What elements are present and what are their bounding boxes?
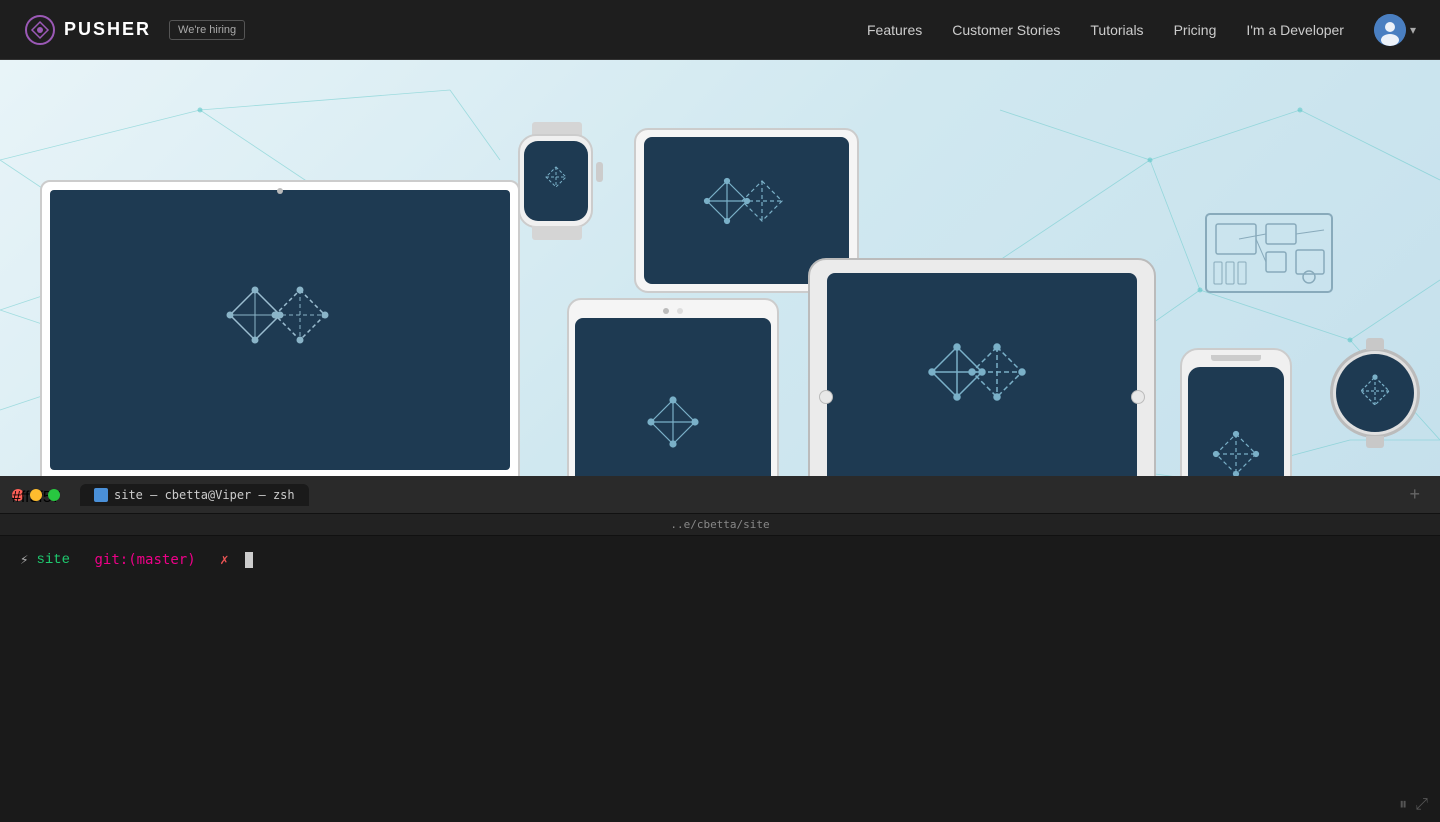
- close-button[interactable]: #ff5f57: [12, 489, 24, 501]
- roundwatch-body: [1330, 348, 1420, 438]
- laptop-camera: [277, 188, 283, 194]
- terminal-prompt-line: ⚡ site git:(master) ✗: [20, 552, 1420, 568]
- circuit-board: [1204, 212, 1334, 294]
- watch-lug-bottom: [1366, 436, 1384, 448]
- device-circuit: [1204, 212, 1334, 294]
- avatar-caret[interactable]: ▾: [1410, 23, 1416, 37]
- brand-logo[interactable]: PUSHER We're hiring: [24, 14, 245, 46]
- nav-item-features[interactable]: Features: [867, 22, 922, 38]
- tablet-mid-logo: [633, 392, 713, 472]
- nav-item-pricing[interactable]: Pricing: [1174, 22, 1217, 38]
- pusher-icon: [24, 14, 56, 46]
- dot1: [663, 308, 669, 314]
- pause-button[interactable]: ⏸: [1399, 796, 1407, 814]
- tablet-mid-indicator: [663, 300, 683, 318]
- terminal-cursor: [245, 552, 253, 568]
- hiring-badge[interactable]: We're hiring: [169, 20, 245, 40]
- navbar-nav: Features Customer Stories Tutorials Pric…: [867, 14, 1416, 46]
- ipad-home-left: [819, 390, 833, 404]
- user-avatar[interactable]: [1374, 14, 1406, 46]
- watch-crown: [596, 162, 603, 182]
- add-tab-button[interactable]: +: [1401, 484, 1428, 505]
- hero-section: [0, 60, 1440, 530]
- device-watch: [510, 122, 605, 237]
- watch-screen: [524, 141, 588, 221]
- laptop-logo: [180, 250, 380, 410]
- watch-logo: [537, 162, 575, 200]
- expand-button[interactable]: ⤢: [1415, 796, 1428, 814]
- terminal-git-label: [78, 552, 86, 568]
- watch-body: [518, 134, 593, 228]
- ipad-home-right: [1131, 390, 1145, 404]
- pusher-logo: PUSHER: [24, 14, 151, 46]
- terminal-git-branch: git:(master): [94, 552, 195, 568]
- terminal-titlebar: #ff5f57 site — cbetta@Viper — zsh +: [0, 476, 1440, 514]
- phone-speaker: [1211, 355, 1261, 361]
- terminal-path-bar: ..e/cbetta/site: [0, 514, 1440, 536]
- terminal-tab-icon: [94, 488, 108, 502]
- roundwatch-screen: [1336, 354, 1414, 432]
- terminal-content[interactable]: ⚡ site git:(master) ✗: [0, 536, 1440, 822]
- roundwatch-logo: [1355, 373, 1395, 413]
- terminal-x-mark: ✗: [220, 552, 228, 568]
- maximize-button[interactable]: [48, 489, 60, 501]
- device-laptop: [40, 180, 540, 520]
- nav-item-tutorials[interactable]: Tutorials: [1090, 22, 1143, 38]
- user-menu[interactable]: ▾: [1374, 14, 1416, 46]
- minimize-button[interactable]: [30, 489, 42, 501]
- brand-name: PUSHER: [64, 19, 151, 40]
- laptop-screen: [40, 180, 520, 480]
- watch-lug-top: [1366, 338, 1384, 350]
- terminal-space: [204, 552, 212, 568]
- terminal-tab-title: site — cbetta@Viper — zsh: [114, 488, 295, 502]
- terminal-tab[interactable]: site — cbetta@Viper — zsh: [80, 484, 309, 506]
- navbar: PUSHER We're hiring Features Customer St…: [0, 0, 1440, 60]
- terminal-site-name: site: [36, 552, 70, 568]
- nav-item-developer[interactable]: I'm a Developer: [1246, 22, 1344, 38]
- laptop-display: [50, 190, 510, 470]
- terminal-window: #ff5f57 site — cbetta@Viper — zsh + ..e/…: [0, 476, 1440, 822]
- traffic-lights: #ff5f57: [12, 489, 60, 501]
- ipad-logo: [917, 337, 1047, 457]
- device-smartwatch-round: [1330, 348, 1420, 438]
- tablet-top-logo: [702, 176, 792, 246]
- terminal-path-text: ..e/cbetta/site: [670, 518, 769, 531]
- dot2: [677, 308, 683, 314]
- terminal-prompt-icon: ⚡: [20, 552, 28, 568]
- avatar-image: [1374, 14, 1406, 46]
- terminal-cursor-container: [237, 552, 253, 568]
- nav-item-customer-stories[interactable]: Customer Stories: [952, 22, 1060, 38]
- terminal-controls: ⏸ ⤢: [1387, 788, 1440, 822]
